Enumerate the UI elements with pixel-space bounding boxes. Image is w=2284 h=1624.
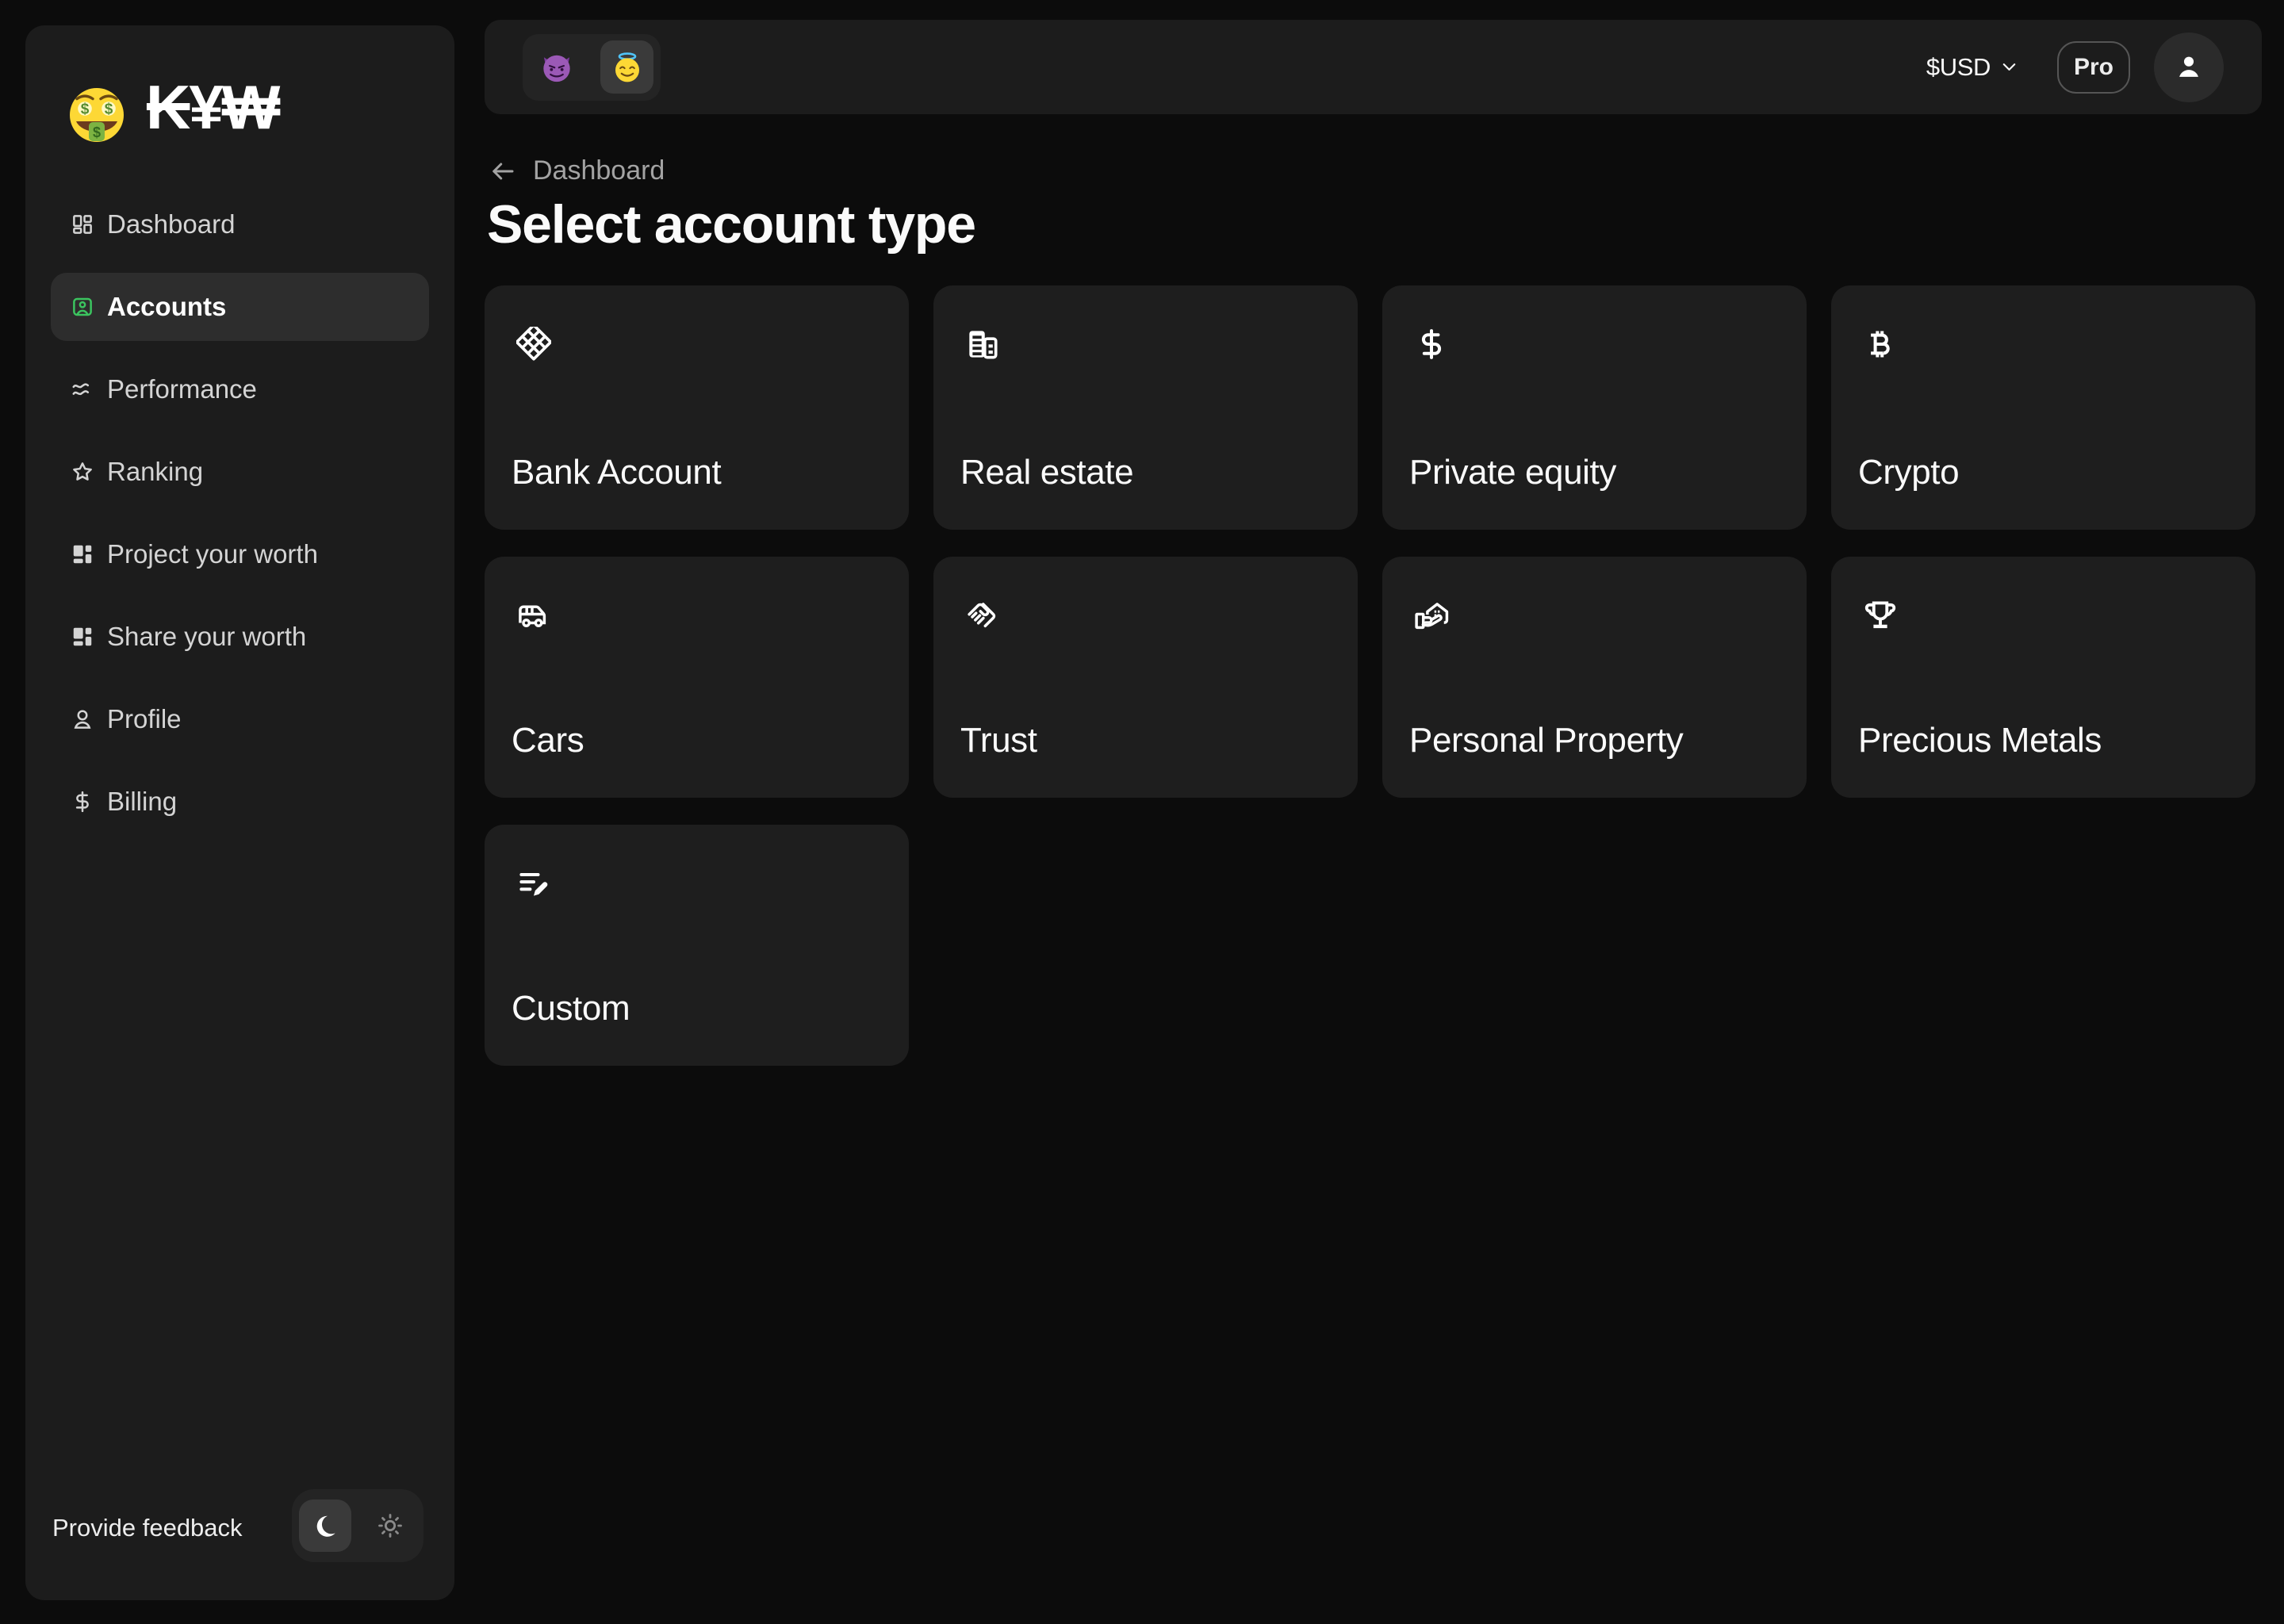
svg-text:$: $ (93, 124, 101, 140)
svg-text:$: $ (105, 101, 113, 117)
svg-text:$: $ (81, 101, 90, 117)
